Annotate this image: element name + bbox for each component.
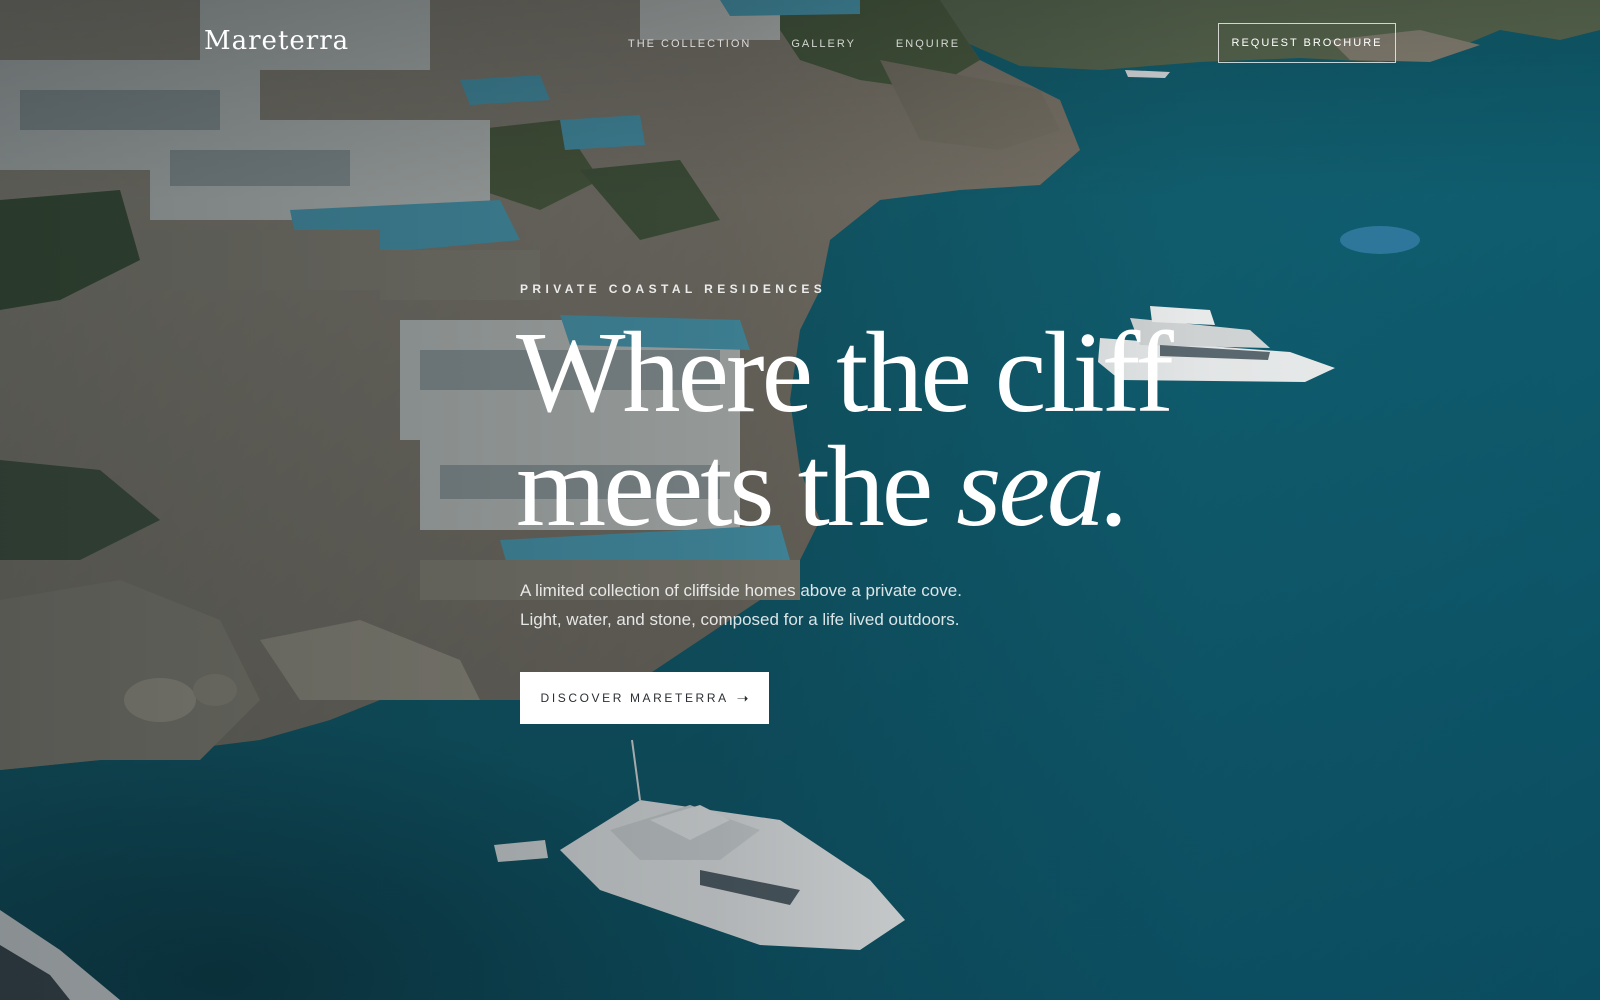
primary-nav: THE COLLECTION GALLERY ENQUIRE xyxy=(628,38,960,50)
nav-link-the-collection[interactable]: THE COLLECTION xyxy=(628,38,751,50)
top-navigation: Mareterra THE COLLECTION GALLERY ENQUIRE… xyxy=(0,0,1600,90)
hero-eyebrow: PRIVATE COASTAL RESIDENCES xyxy=(520,282,827,296)
discover-mareterra-button[interactable]: DISCOVER MARETERRA ➝ xyxy=(520,672,769,724)
request-brochure-button[interactable]: REQUEST BROCHURE xyxy=(1218,23,1396,63)
brand-logo[interactable]: Mareterra xyxy=(204,26,349,56)
headline-line-2: meets the sea. xyxy=(516,429,1171,545)
headline-emphasis: sea. xyxy=(956,423,1131,551)
headline-line-1: Where the cliff xyxy=(516,309,1174,437)
headline-line-2-prefix: meets the xyxy=(516,423,957,551)
nav-link-gallery[interactable]: GALLERY xyxy=(791,38,856,50)
hero-description: A limited collection of cliffside homes … xyxy=(520,576,962,634)
arrow-right-icon: ➝ xyxy=(736,689,749,706)
nav-link-enquire[interactable]: ENQUIRE xyxy=(896,38,960,50)
cta-label: DISCOVER MARETERRA xyxy=(540,691,729,705)
hero-headline: Where the cliff meets the sea. xyxy=(516,309,1174,545)
hero-description-line-1: A limited collection of cliffside homes … xyxy=(520,581,962,600)
hero-description-line-2: Light, water, and stone, composed for a … xyxy=(520,610,960,629)
